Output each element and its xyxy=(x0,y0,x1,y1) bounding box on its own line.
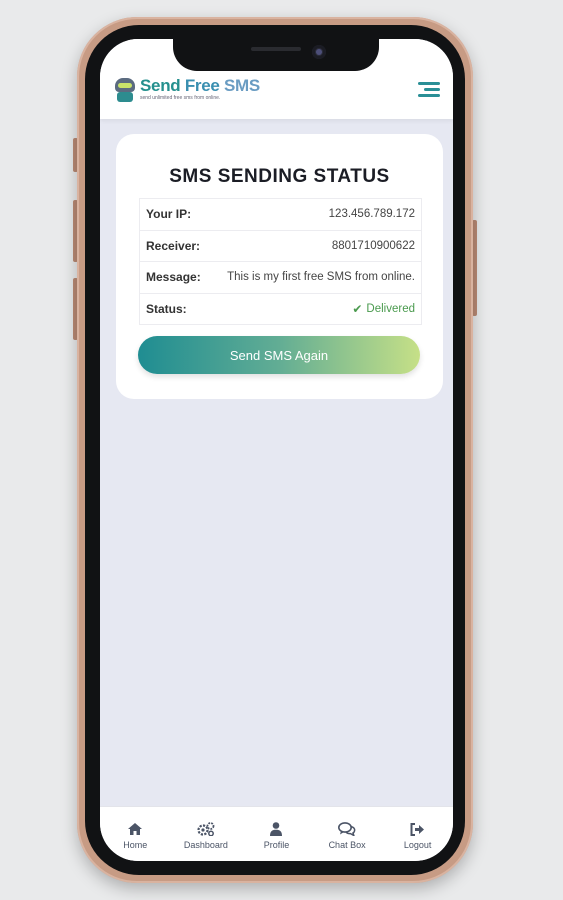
hamburger-menu-icon[interactable] xyxy=(418,82,440,98)
status-table: Your IP: 123.456.789.172 Receiver: 88017… xyxy=(139,198,422,325)
logo-tagline: send unlimited free sms from online. xyxy=(140,95,221,101)
status-badge: ✔ Delivered xyxy=(352,302,415,316)
nav-label-home: Home xyxy=(123,840,148,850)
card-title: SMS SENDING STATUS xyxy=(169,166,390,187)
check-icon: ✔ xyxy=(352,301,363,316)
status-value: Delivered xyxy=(366,302,415,315)
app-logo[interactable]: Send Free SMS send unlimited free sms fr… xyxy=(114,75,260,103)
ip-label: Your IP: xyxy=(146,207,192,222)
nav-label-logout: Logout xyxy=(403,840,432,850)
user-icon xyxy=(270,821,283,837)
status-label: Status: xyxy=(146,301,187,316)
sms-status-card: SMS SENDING STATUS Your IP: 123.456.789.… xyxy=(116,134,443,399)
bottom-nav: Home Dashboard Profile Chat Box Logout xyxy=(100,806,453,861)
front-camera xyxy=(312,45,326,59)
table-row-status: Status: ✔ Delivered xyxy=(140,294,421,325)
robot-logo-icon xyxy=(114,75,136,103)
message-label: Message: xyxy=(146,270,201,285)
phone-notch xyxy=(173,39,379,71)
receiver-value: 8801710900622 xyxy=(331,239,415,252)
table-row-receiver: Receiver: 8801710900622 xyxy=(140,231,421,262)
table-row-ip: Your IP: 123.456.789.172 xyxy=(140,199,421,231)
nav-item-chat-box[interactable]: Chat Box xyxy=(313,821,381,850)
message-value: This is my first free SMS from online. xyxy=(227,271,415,284)
logout-icon xyxy=(410,821,425,837)
table-row-message: Message: This is my first free SMS from … xyxy=(140,262,421,294)
chat-icon xyxy=(338,821,356,837)
speaker-grille xyxy=(251,47,301,51)
receiver-label: Receiver: xyxy=(146,238,201,253)
ip-value: 123.456.789.172 xyxy=(328,208,415,221)
cogs-icon xyxy=(197,821,215,837)
nav-label-chat-box: Chat Box xyxy=(328,840,366,850)
nav-item-home[interactable]: Home xyxy=(101,821,169,850)
nav-label-dashboard: Dashboard xyxy=(183,840,228,850)
logo-title: Send Free SMS xyxy=(140,76,260,95)
nav-item-logout[interactable]: Logout xyxy=(384,821,452,850)
home-icon xyxy=(128,821,143,837)
phone-screen: Send Free SMS send unlimited free sms fr… xyxy=(100,39,453,861)
nav-label-profile: Profile xyxy=(263,840,290,850)
send-sms-again-button[interactable]: Send SMS Again xyxy=(138,336,420,374)
nav-item-dashboard[interactable]: Dashboard xyxy=(172,821,240,850)
nav-item-profile[interactable]: Profile xyxy=(242,821,310,850)
